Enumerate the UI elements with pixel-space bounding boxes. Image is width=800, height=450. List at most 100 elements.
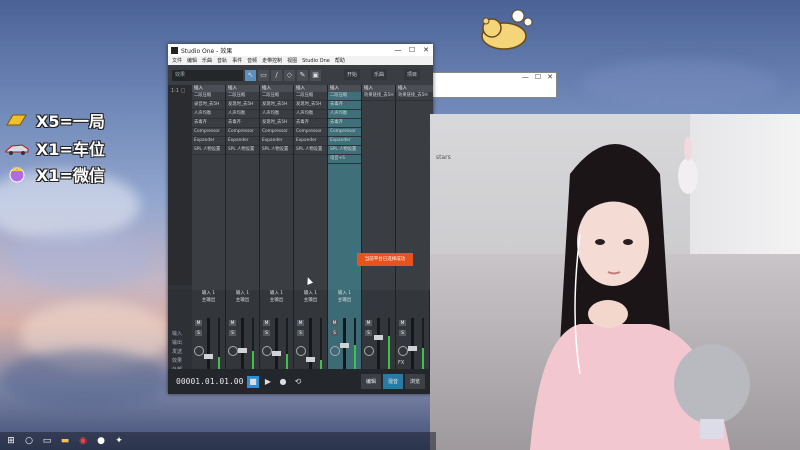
insert-slot[interactable]: 去毒齐 [328, 119, 361, 128]
fader-handle[interactable] [408, 345, 417, 351]
studio-one-window[interactable]: Studio One - 效果 — ☐ ✕ 文件 编辑 乐曲 音轨 事件 音频 … [168, 44, 433, 394]
channel-output-label[interactable]: 主输出 [328, 297, 361, 304]
insert-slot[interactable]: SPL 人物设置 [226, 146, 259, 155]
mixer-side-output[interactable]: 输出 [168, 339, 192, 348]
insert-slot[interactable]: SPL 人物设置 [328, 146, 361, 155]
eraser-tool-icon[interactable]: ◇ [284, 69, 295, 81]
menu-song[interactable]: 乐曲 [202, 57, 212, 64]
insert-slot[interactable]: Expander [328, 137, 361, 146]
channel-input-label[interactable]: 输入 1 [294, 290, 327, 297]
insert-header[interactable]: 插入 [328, 85, 361, 92]
channel-output-label[interactable]: 主输出 [260, 297, 293, 304]
pan-knob[interactable] [296, 346, 306, 356]
insert-header[interactable]: 插入 [362, 85, 395, 92]
insert-slot[interactable]: 效果链接_去5H [362, 92, 395, 101]
chrome-icon[interactable]: ◉ [78, 436, 88, 446]
tab-start[interactable]: 开始 [344, 69, 361, 80]
menu-file[interactable]: 文件 [172, 57, 182, 64]
menu-edit[interactable]: 编辑 [187, 57, 197, 64]
record-icon[interactable]: ● [277, 376, 289, 388]
channel-output-label[interactable] [362, 297, 395, 304]
insert-slot[interactable]: SPL 人物设置 [260, 146, 293, 155]
insert-slot[interactable]: Expander [226, 137, 259, 146]
fader-handle[interactable] [204, 353, 213, 359]
menu-track[interactable]: 音轨 [217, 57, 227, 64]
tab-mix[interactable]: 混音 [382, 374, 403, 389]
studio-icon[interactable]: ✦ [114, 436, 124, 446]
channel-input-label[interactable] [362, 290, 395, 297]
tab-browse[interactable]: 浏览 [404, 374, 425, 389]
folder-icon[interactable]: ▬ [60, 436, 70, 446]
insert-slot[interactable]: Expander [294, 137, 327, 146]
arrow-tool-icon[interactable]: ↖ [245, 69, 256, 81]
insert-slot[interactable]: 去毒齐 [192, 119, 225, 128]
mute-button[interactable]: M [297, 320, 304, 326]
paint-tool-icon[interactable]: ✎ [297, 69, 308, 81]
insert-slot[interactable]: 二段压缩 [192, 92, 225, 101]
insert-slot[interactable]: 人声均衡 [226, 110, 259, 119]
menu-studio-one[interactable]: Studio One [302, 58, 330, 64]
insert-slot[interactable]: 发现时_去5H [260, 119, 293, 128]
menu-audio[interactable]: 音频 [247, 57, 257, 64]
channel-input-label[interactable]: 输入 1 [328, 290, 361, 297]
insert-slot[interactable]: Compressor [328, 128, 361, 137]
insert-slot[interactable]: 发现时_去5H [226, 101, 259, 110]
play-icon[interactable]: ▶ [262, 376, 274, 388]
channel-output-label[interactable]: 主输出 [226, 297, 259, 304]
windows-start-icon[interactable]: ⊞ [6, 436, 16, 446]
fader-handle[interactable] [340, 342, 349, 348]
insert-header[interactable]: 插入 [226, 85, 259, 92]
channel-input-label[interactable]: 输入 1 [192, 290, 225, 297]
mute-button[interactable]: M [365, 320, 372, 326]
mute-button[interactable]: M [229, 320, 236, 326]
insert-slot[interactable]: 二段压缩 [294, 92, 327, 101]
split-tool-icon[interactable]: ∕ [271, 69, 282, 81]
channel-output-label[interactable]: 主输出 [294, 297, 327, 304]
insert-slot[interactable]: 二段压缩 [260, 92, 293, 101]
solo-button[interactable]: S [331, 330, 338, 336]
channel-input-label[interactable]: 输入 1 [260, 290, 293, 297]
mute-button[interactable]: M [195, 320, 202, 326]
minimize-icon[interactable]: — [522, 73, 529, 83]
channel-input-label[interactable]: 输入 1 [226, 290, 259, 297]
solo-button[interactable]: S [365, 330, 372, 336]
insert-slot[interactable]: SPL 人物设置 [192, 146, 225, 155]
menu-help[interactable]: 帮助 [335, 57, 345, 64]
channel-output-label[interactable]: 主输出 [192, 297, 225, 304]
mute-button[interactable]: M [331, 320, 338, 326]
tab-song[interactable]: 乐曲 [371, 69, 388, 80]
loop-icon[interactable]: ⟲ [292, 376, 304, 388]
insert-slot[interactable]: SPL 人物设置 [294, 146, 327, 155]
insert-header[interactable]: 插入 [294, 85, 327, 92]
insert-slot[interactable]: 人声均衡 [328, 110, 361, 119]
solo-button[interactable]: S [297, 330, 304, 336]
menu-transport[interactable]: 走带控制 [262, 57, 282, 64]
fader-handle[interactable] [238, 348, 247, 354]
menu-view[interactable]: 视图 [287, 57, 297, 64]
tab-project[interactable]: 项目 [404, 69, 421, 80]
insert-slot[interactable]: 二段压缩 [226, 92, 259, 101]
title-bar[interactable]: Studio One - 效果 — ☐ ✕ [168, 44, 433, 56]
mixer-side-send[interactable]: 发送 [168, 348, 192, 357]
menu-event[interactable]: 事件 [232, 57, 242, 64]
close-icon[interactable]: ✕ [547, 73, 553, 83]
insert-slot[interactable]: 人声均衡 [294, 110, 327, 119]
insert-slot[interactable]: Expander [192, 137, 225, 146]
range-tool-icon[interactable]: ▭ [258, 69, 269, 81]
insert-slot[interactable]: 效果链接_去5H [396, 92, 433, 101]
pan-knob[interactable] [330, 346, 340, 356]
toolbar-field[interactable]: 效果 [172, 69, 243, 81]
insert-header[interactable]: 插入 [192, 85, 225, 92]
app-icon[interactable]: ● [96, 436, 106, 446]
solo-button[interactable]: S [263, 330, 270, 336]
pan-knob[interactable] [398, 346, 408, 356]
solo-button[interactable]: S [399, 330, 406, 336]
mixer-side-input[interactable]: 输入 [168, 330, 192, 339]
insert-slot[interactable]: Compressor [192, 128, 225, 137]
minimize-button[interactable]: — [391, 46, 405, 54]
fader-handle[interactable] [374, 334, 383, 340]
insert-slot[interactable]: Expander [260, 137, 293, 146]
maximize-icon[interactable]: ☐ [535, 73, 541, 83]
background-window[interactable]: — ☐ ✕ [430, 72, 557, 98]
insert-slot[interactable]: 发现时_去5H [294, 101, 327, 110]
